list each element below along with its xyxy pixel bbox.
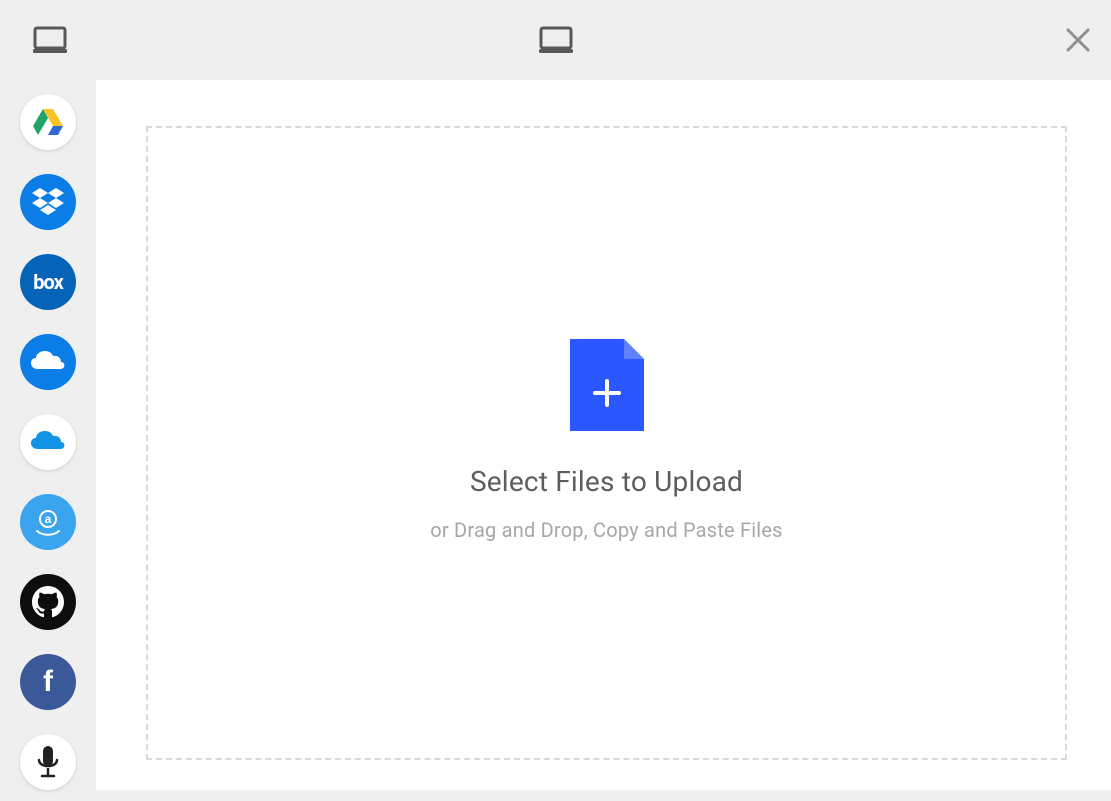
header-right <box>1031 27 1091 53</box>
sources-sidebar: box a f <box>0 90 96 790</box>
current-source-device-icon <box>539 26 573 54</box>
source-amazon-drive[interactable]: a <box>20 494 76 550</box>
svg-text:a: a <box>45 512 52 526</box>
dropbox-icon <box>32 188 64 216</box>
onedrive-icon <box>31 351 65 373</box>
google-drive-icon <box>33 109 63 135</box>
source-github[interactable] <box>20 574 76 630</box>
box-icon: box <box>33 270 63 294</box>
microphone-icon <box>37 746 59 778</box>
source-google-drive[interactable] <box>20 94 76 150</box>
github-icon <box>32 586 64 618</box>
dropzone-title: Select Files to Upload <box>470 465 743 498</box>
source-audio[interactable] <box>20 734 76 790</box>
main-panel: Select Files to Upload or Drag and Drop,… <box>96 80 1111 790</box>
app-root: box a f <box>0 0 1111 801</box>
header <box>0 0 1111 80</box>
facebook-icon: f <box>43 665 53 699</box>
source-onedrive[interactable] <box>20 334 76 390</box>
source-facebook[interactable]: f <box>20 654 76 710</box>
source-onedrive-personal[interactable] <box>20 414 76 470</box>
onedrive-personal-icon <box>31 431 65 453</box>
source-dropbox[interactable] <box>20 174 76 230</box>
amazon-drive-icon: a <box>31 505 65 539</box>
source-box[interactable]: box <box>20 254 76 310</box>
header-left <box>20 26 80 54</box>
local-device-icon[interactable] <box>33 26 67 54</box>
close-button[interactable] <box>1065 27 1091 53</box>
upload-dropzone[interactable]: Select Files to Upload or Drag and Drop,… <box>146 126 1067 760</box>
upload-file-icon <box>570 339 644 435</box>
header-center <box>80 26 1031 54</box>
dropzone-subtitle: or Drag and Drop, Copy and Paste Files <box>430 518 782 542</box>
